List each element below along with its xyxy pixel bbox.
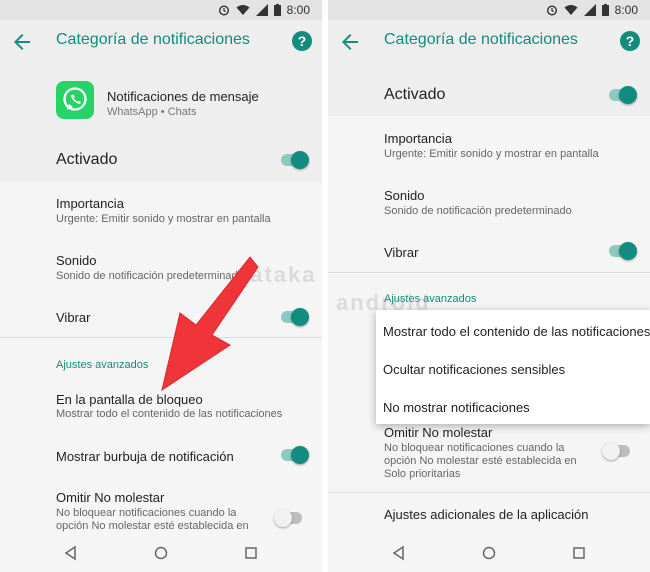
- importancia-sub: Urgente: Emitir sonido y mostrar en pant…: [384, 148, 599, 160]
- vibrar-label: Vibrar: [56, 310, 91, 325]
- divider: [328, 272, 650, 273]
- signal-icon: [255, 4, 268, 16]
- nav-home-icon[interactable]: [480, 544, 498, 562]
- wifi-icon: [564, 5, 578, 15]
- app-bar: Categoría de notificaciones ?: [328, 20, 650, 64]
- ajustes-adicionales[interactable]: Ajustes adicionales de la aplicación: [384, 507, 589, 522]
- burbuja-label: Mostrar burbuja de notificación: [56, 449, 234, 464]
- option-hide-sensitive[interactable]: Ocultar notificaciones sensibles: [383, 362, 565, 377]
- alarm-icon: [218, 5, 229, 16]
- omitir-toggle[interactable]: [274, 506, 302, 530]
- importancia-title[interactable]: Importancia: [384, 131, 452, 146]
- option-show-all[interactable]: Mostrar todo el contenido de las notific…: [383, 324, 650, 339]
- back-arrow-icon[interactable]: [338, 30, 362, 54]
- app-channel-sub: WhatsApp • Chats: [107, 106, 197, 118]
- whatsapp-icon: [56, 81, 94, 119]
- vibrar-toggle[interactable]: [609, 239, 637, 263]
- activado-label: Activado: [384, 86, 446, 103]
- app-channel-name: Notificaciones de mensaje: [107, 89, 259, 104]
- alarm-icon: [546, 5, 557, 16]
- activado-label: Activado: [56, 151, 118, 168]
- lockscreen-options-menu: Mostrar todo el contenido de las notific…: [376, 310, 650, 424]
- vibrar-toggle[interactable]: [281, 305, 309, 329]
- wifi-icon: [236, 5, 250, 15]
- divider: [328, 492, 650, 493]
- sonido-title[interactable]: Sonido: [384, 188, 424, 203]
- header-band: [328, 64, 650, 116]
- sonido-sub: Sonido de notificación predeterminado: [384, 205, 572, 217]
- bloqueo-sub: Mostrar todo el contenido de las notific…: [56, 408, 283, 420]
- signal-icon: [583, 4, 596, 16]
- nav-bar: [0, 534, 322, 572]
- nav-home-icon[interactable]: [152, 544, 170, 562]
- burbuja-toggle[interactable]: [281, 443, 309, 467]
- status-bar: 8:00: [0, 0, 322, 20]
- page-title: Categoría de notificaciones: [56, 31, 250, 48]
- status-time: 8:00: [286, 3, 310, 17]
- nav-back-icon[interactable]: [390, 544, 408, 562]
- omitir-title[interactable]: Omitir No molestar: [56, 490, 164, 505]
- header-band: [0, 64, 322, 182]
- activado-toggle[interactable]: [281, 148, 309, 172]
- status-time: 8:00: [614, 3, 638, 17]
- omitir-sub: No bloquear notificaciones cuando la opc…: [56, 507, 249, 532]
- status-bar: 8:00: [328, 0, 650, 20]
- nav-recents-icon[interactable]: [570, 544, 588, 562]
- help-icon[interactable]: ?: [292, 31, 312, 51]
- nav-recents-icon[interactable]: [242, 544, 260, 562]
- battery-icon: [273, 4, 281, 16]
- omitir-title[interactable]: Omitir No molestar: [384, 425, 492, 440]
- right-screenshot: 8:00 Categoría de notificaciones ? Activ…: [328, 0, 650, 572]
- app-bar: Categoría de notificaciones ?: [0, 20, 322, 64]
- red-arrow-icon: [161, 256, 259, 392]
- option-no-notifications[interactable]: No mostrar notificaciones: [383, 400, 530, 415]
- nav-bar: [328, 534, 650, 572]
- importancia-sub: Urgente: Emitir sonido y mostrar en pant…: [56, 213, 271, 225]
- omitir-toggle[interactable]: [602, 439, 630, 463]
- page-title: Categoría de notificaciones: [384, 31, 578, 48]
- nav-back-icon[interactable]: [62, 544, 80, 562]
- vibrar-label: Vibrar: [384, 245, 419, 260]
- back-arrow-icon[interactable]: [10, 30, 34, 54]
- activado-toggle[interactable]: [609, 83, 637, 107]
- section-header-advanced: Ajustes avanzados: [56, 359, 149, 371]
- battery-icon: [601, 4, 609, 16]
- watermark-text: android: [336, 290, 431, 315]
- importancia-title[interactable]: Importancia: [56, 196, 124, 211]
- help-icon[interactable]: ?: [620, 31, 640, 51]
- sonido-title[interactable]: Sonido: [56, 253, 96, 268]
- omitir-sub: No bloquear notificaciones cuando la opc…: [384, 442, 577, 480]
